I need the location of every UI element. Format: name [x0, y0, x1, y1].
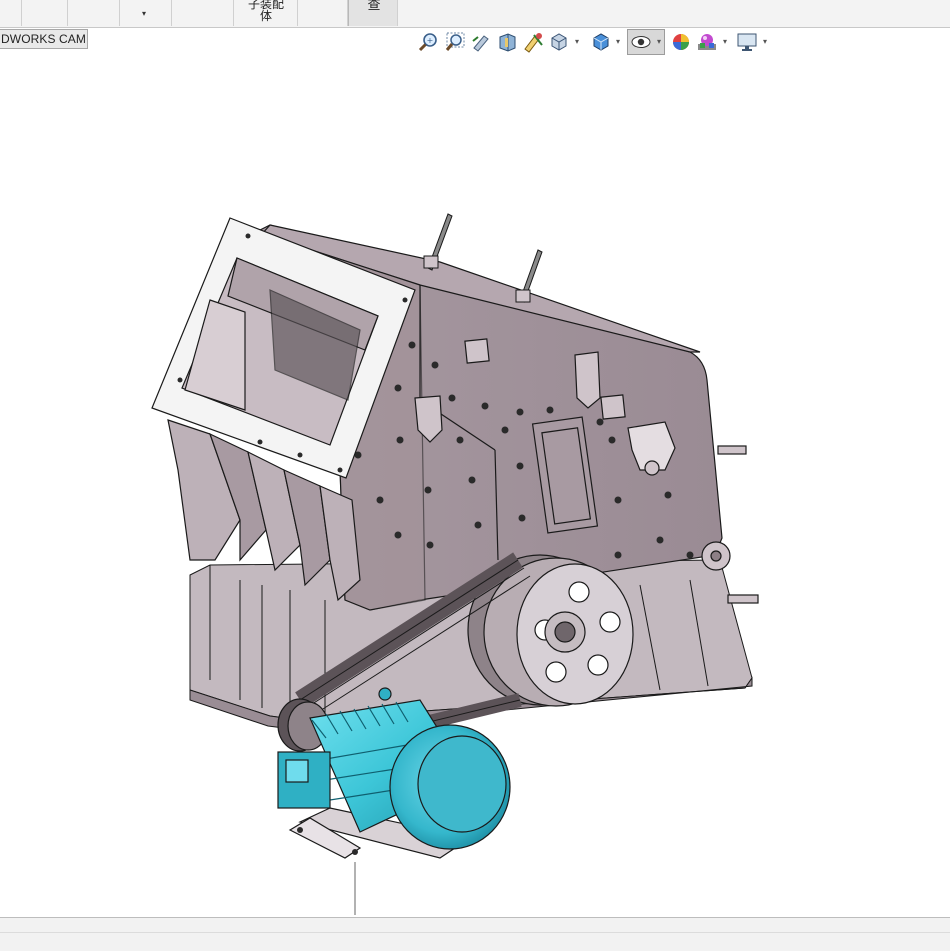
status-bar	[0, 917, 950, 951]
dynamic-annotation-icon[interactable]	[522, 31, 544, 53]
chevron-down-icon[interactable]: ▾	[723, 37, 727, 46]
heads-up-view-toolbar: + ▾ ▾ ▾ ▾ ▾	[418, 31, 778, 55]
crusher-assembly-model[interactable]	[0, 56, 950, 918]
chevron-down-icon[interactable]: ▾	[575, 37, 579, 46]
ribbon-cell[interactable]	[172, 0, 234, 26]
section-view-icon[interactable]	[496, 31, 518, 53]
tab-solidworks-cam[interactable]: DWORKS CAM	[0, 29, 88, 49]
chevron-down-icon: ▾	[142, 9, 147, 18]
zoom-to-area-icon[interactable]	[444, 31, 466, 53]
hide-show-items-icon[interactable]	[630, 31, 652, 53]
previous-view-icon[interactable]	[470, 31, 492, 53]
ribbon-dropdown[interactable]: ▾	[120, 0, 172, 26]
ribbon-cell[interactable]	[22, 0, 68, 26]
view-settings-icon[interactable]	[736, 31, 758, 53]
status-divider	[0, 932, 950, 933]
subassembly-button[interactable]: 子装配 体	[234, 0, 298, 26]
apply-scene-icon[interactable]	[696, 31, 718, 53]
inspect-button[interactable]: 查	[348, 0, 398, 26]
chevron-down-icon[interactable]: ▾	[763, 37, 767, 46]
chevron-down-icon[interactable]: ▾	[616, 37, 620, 46]
edit-appearance-icon[interactable]	[670, 31, 692, 53]
subassembly-label-line2: 体	[259, 9, 272, 23]
ribbon-cell[interactable]	[298, 0, 348, 26]
display-style-icon[interactable]	[590, 31, 612, 53]
view-orientation-icon[interactable]	[548, 31, 570, 53]
ribbon-cell[interactable]	[0, 0, 22, 26]
graphics-viewport[interactable]	[0, 56, 950, 918]
inspect-label: 查	[367, 0, 381, 13]
ribbon-cell[interactable]	[68, 0, 120, 26]
svg-text:+: +	[427, 36, 434, 45]
chevron-down-icon[interactable]: ▾	[657, 37, 661, 46]
zoom-to-fit-icon[interactable]: +	[418, 31, 440, 53]
command-ribbon: ▾ 子装配 体 查	[0, 0, 950, 28]
